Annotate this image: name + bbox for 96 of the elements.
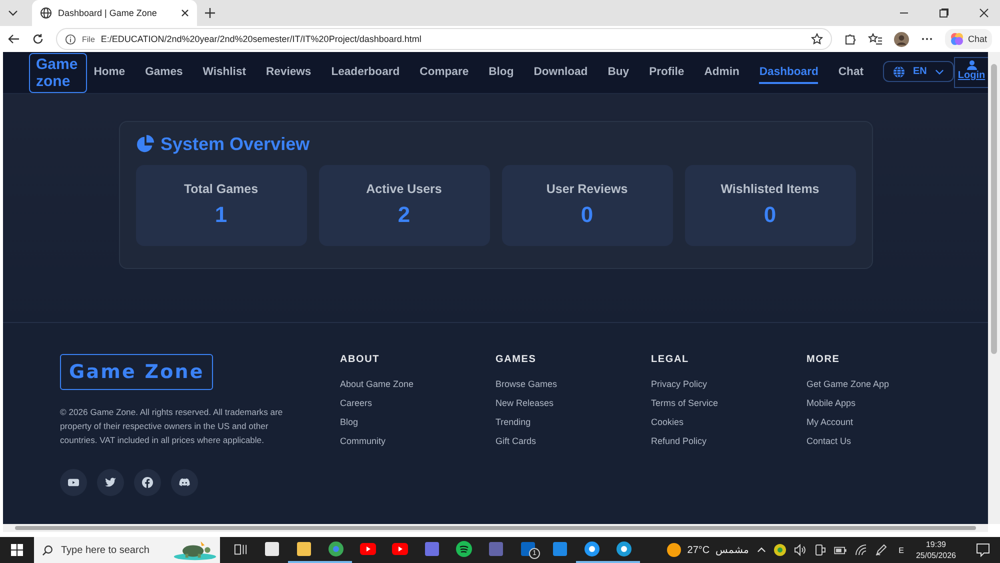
sun-icon bbox=[667, 543, 682, 557]
facebook-icon[interactable] bbox=[134, 469, 161, 496]
reload-icon[interactable] bbox=[32, 33, 44, 45]
youtube-icon[interactable] bbox=[60, 469, 87, 496]
discord-icon[interactable] bbox=[171, 469, 198, 496]
chat-button[interactable]: Chat bbox=[944, 29, 992, 49]
chevron-up-icon[interactable] bbox=[756, 547, 766, 553]
copyright-text: © 2026 Game Zone. All rights reserved. All trademarks are property of their respective owners in the US and other countries. VAT included in all prices where applicable. bbox=[60, 406, 284, 447]
clock-date: 25/05/2026 bbox=[916, 550, 956, 561]
vertical-scrollbar[interactable] bbox=[988, 52, 1000, 524]
caret-icon bbox=[934, 68, 944, 74]
tab-title: Dashboard | Game Zone bbox=[58, 8, 157, 18]
footer-link[interactable]: Mobile Apps bbox=[806, 398, 962, 408]
stat-label: User Reviews bbox=[546, 182, 628, 196]
star-icon[interactable] bbox=[810, 33, 823, 45]
nav-link[interactable]: Chat bbox=[838, 62, 864, 84]
favorites-icon[interactable] bbox=[868, 33, 882, 45]
footer-heading: LEGAL bbox=[651, 354, 690, 365]
pie-chart-icon bbox=[136, 135, 154, 154]
stat-label: Total Games bbox=[184, 182, 258, 196]
nav-link[interactable]: Profile bbox=[649, 62, 684, 84]
search-icon bbox=[42, 544, 53, 556]
section-title: System Overview bbox=[160, 134, 310, 155]
footer-link[interactable]: Get Game Zone App bbox=[806, 379, 962, 389]
stat-value: 2 bbox=[398, 202, 410, 228]
stat-value: 0 bbox=[580, 202, 594, 228]
stat-value: 1 bbox=[214, 202, 228, 228]
login-button[interactable]: Login bbox=[954, 57, 988, 88]
footer-logo[interactable]: Game Zone bbox=[60, 354, 214, 390]
input-language[interactable]: E bbox=[898, 546, 904, 554]
footer-link[interactable]: About Game Zone bbox=[340, 379, 496, 389]
device-icon[interactable] bbox=[814, 544, 826, 556]
footer-link[interactable]: New Releases bbox=[496, 398, 651, 408]
tray-app-icon[interactable] bbox=[774, 544, 786, 556]
nav-link[interactable]: Reviews bbox=[266, 62, 312, 84]
url-text: E:/EDUCATION/2nd%20year/2nd%20semester/IT/IT%20Project/dashboard.html bbox=[100, 34, 422, 44]
puzzle-icon[interactable] bbox=[844, 33, 856, 45]
turtle-icon bbox=[172, 539, 218, 561]
nav-link[interactable]: Wishlist bbox=[202, 62, 246, 84]
temperature-text: 27°C bbox=[687, 544, 710, 556]
footer-link[interactable]: My Account bbox=[806, 417, 962, 427]
stat-label: Active Users bbox=[366, 182, 442, 196]
footer-link[interactable]: Trending bbox=[496, 417, 651, 427]
nav-link[interactable]: Admin bbox=[704, 62, 740, 84]
nav-link[interactable]: Compare bbox=[420, 62, 469, 84]
wifi-icon[interactable] bbox=[854, 544, 867, 556]
globe-icon bbox=[40, 7, 52, 19]
nav-link[interactable]: Download bbox=[534, 62, 588, 84]
windows-icon[interactable] bbox=[11, 544, 23, 556]
browser-tab[interactable]: Dashboard | Game Zone bbox=[32, 0, 197, 26]
file-label: File bbox=[82, 34, 95, 44]
back-icon[interactable] bbox=[8, 33, 20, 45]
twitter-icon[interactable] bbox=[97, 469, 124, 496]
battery-icon[interactable] bbox=[834, 546, 847, 554]
clock-time: 19:39 bbox=[926, 539, 946, 550]
horizontal-scrollbar[interactable] bbox=[3, 524, 988, 532]
footer-heading: GAMES bbox=[496, 354, 538, 365]
restore-icon[interactable] bbox=[939, 8, 949, 18]
weather-text: مشمس bbox=[716, 544, 749, 556]
nav-link[interactable]: Games bbox=[145, 62, 183, 84]
more-icon[interactable] bbox=[920, 37, 933, 41]
stat-label: Wishlisted Items bbox=[720, 182, 820, 196]
nav-link[interactable]: Leaderboard bbox=[331, 62, 400, 84]
footer-heading: MORE bbox=[806, 354, 841, 365]
speaker-icon[interactable] bbox=[794, 544, 806, 556]
footer-link[interactable]: Gift Cards bbox=[496, 436, 651, 446]
footer-link[interactable]: Privacy Policy bbox=[651, 379, 806, 389]
close-icon[interactable] bbox=[181, 9, 189, 17]
user-icon bbox=[966, 60, 976, 70]
footer-link[interactable]: Community bbox=[340, 436, 496, 446]
footer-link[interactable]: Refund Policy bbox=[651, 436, 806, 446]
taskbar-search-field[interactable]: Type here to search bbox=[34, 537, 220, 563]
address-bar[interactable]: File E:/EDUCATION/2nd%20year/2nd%20semester/IT/IT%20Project/dashboard.html bbox=[56, 28, 832, 50]
info-icon bbox=[65, 34, 76, 44]
nav-link[interactable]: Dashboard bbox=[759, 62, 818, 84]
notification-icon[interactable] bbox=[976, 543, 990, 557]
footer-link[interactable]: Browse Games bbox=[496, 379, 651, 389]
footer-link[interactable]: Contact Us bbox=[806, 436, 962, 446]
footer-heading: ABOUT bbox=[340, 354, 381, 365]
site-logo[interactable]: Game zone bbox=[29, 52, 87, 92]
close-icon[interactable] bbox=[979, 8, 989, 18]
language-dropdown[interactable]: EN bbox=[883, 61, 954, 82]
nav-link[interactable]: Blog bbox=[488, 62, 514, 84]
globe-icon bbox=[893, 66, 905, 78]
new-tab-icon[interactable] bbox=[205, 8, 215, 18]
chat-logo-icon bbox=[950, 32, 964, 46]
tab-list-icon[interactable] bbox=[8, 10, 18, 16]
footer-link[interactable]: Terms of Service bbox=[651, 398, 806, 408]
avatar-icon[interactable] bbox=[894, 32, 909, 46]
stat-value: 0 bbox=[764, 202, 776, 228]
footer-link[interactable]: Careers bbox=[340, 398, 496, 408]
footer-link[interactable]: Cookies bbox=[651, 417, 806, 427]
pen-icon[interactable] bbox=[874, 544, 887, 556]
nav-link[interactable]: Buy bbox=[608, 62, 630, 84]
footer-link[interactable]: Blog bbox=[340, 417, 496, 427]
nav-link[interactable]: Home bbox=[94, 62, 126, 84]
